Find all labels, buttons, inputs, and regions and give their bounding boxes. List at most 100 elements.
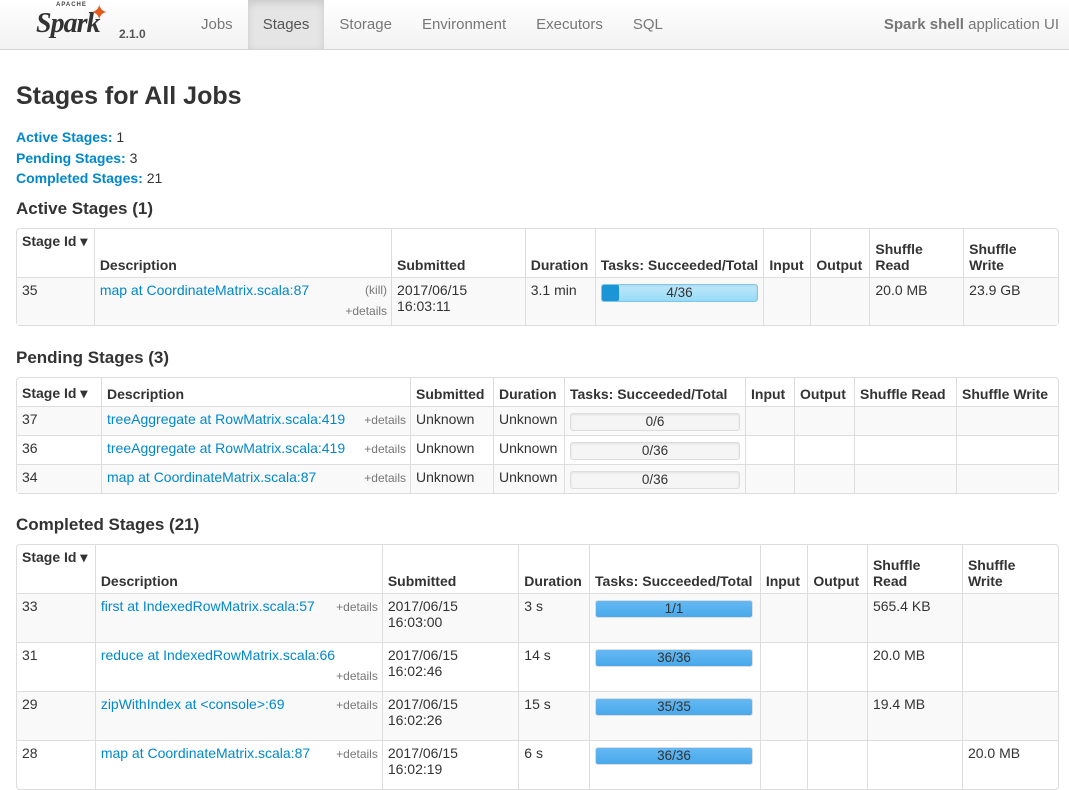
col-header-stage-id[interactable]: Stage Id ▾ — [17, 545, 95, 593]
col-header-description[interactable]: Description — [94, 545, 382, 593]
col-header-shuffle-write[interactable]: Shuffle Write — [963, 229, 1058, 277]
pending-stages-heading: Pending Stages (3) — [16, 348, 170, 367]
shuffle-read-cell: 19.4 MB — [866, 691, 962, 740]
submitted-cell: 2017/06/15 16:03:11 — [391, 277, 525, 325]
col-header-submitted[interactable]: Submitted — [391, 229, 525, 277]
col-header-output[interactable]: Output — [810, 229, 869, 277]
active-stages-link[interactable]: Active Stages: — [16, 129, 112, 145]
completed-stages-link[interactable]: Completed Stages: — [16, 170, 143, 186]
submitted-cell: Unknown — [410, 435, 493, 464]
col-header-input[interactable]: Input — [763, 229, 810, 277]
progress-text: 0/36 — [641, 443, 669, 458]
duration-cell: Unknown — [493, 435, 564, 464]
col-header-stage-id[interactable]: Stage Id ▾ — [17, 378, 101, 406]
stage-description-link[interactable]: treeAggregate at RowMatrix.scala:419 — [107, 440, 345, 456]
progress-text: 0/6 — [645, 414, 665, 429]
progress-text: 36/36 — [657, 748, 691, 763]
task-progress-bar: 0/36 — [570, 442, 740, 460]
completed-stages-heading: Completed Stages (21) — [16, 515, 200, 534]
tasks-cell: 0/36 — [564, 464, 745, 493]
app-name: Spark shell application UI — [884, 0, 1059, 50]
col-header-duration[interactable]: Duration — [524, 229, 595, 277]
submitted-date: 2017/06/15 — [387, 696, 458, 712]
submitted-date: 2017/06/15 — [387, 647, 458, 663]
submitted-cell: Unknown — [410, 464, 493, 493]
col-header-shuffle-read[interactable]: Shuffle Read — [854, 378, 956, 406]
shuffle-read-cell: 20.0 MB — [869, 277, 964, 325]
col-header-input[interactable]: Input — [745, 378, 794, 406]
shuffle-write-cell: 23.9 GB — [963, 277, 1058, 325]
pending-stages-link[interactable]: Pending Stages: — [16, 150, 126, 166]
table-row: 33 first at IndexedRowMatrix.scala:57 +d… — [17, 593, 1058, 642]
tab-sql[interactable]: SQL — [618, 0, 678, 49]
details-toggle[interactable]: +details — [336, 698, 378, 712]
stage-description-link[interactable]: first at IndexedRowMatrix.scala:57 — [101, 598, 315, 614]
output-cell — [794, 464, 854, 493]
col-header-submitted[interactable]: Submitted — [381, 545, 518, 593]
details-toggle[interactable]: +details — [364, 413, 406, 427]
col-header-stage-id[interactable]: Stage Id ▾ — [17, 229, 94, 277]
output-cell — [810, 277, 870, 325]
tab-jobs[interactable]: Jobs — [186, 0, 248, 49]
duration-cell: 6 s — [518, 740, 590, 789]
stage-description-link[interactable]: map at CoordinateMatrix.scala:87 — [101, 745, 310, 761]
output-cell — [807, 593, 867, 642]
col-header-description[interactable]: Description — [93, 229, 391, 277]
tasks-cell: 36/36 — [589, 642, 760, 691]
tab-environment[interactable]: Environment — [407, 0, 521, 49]
col-header-duration[interactable]: Duration — [518, 545, 589, 593]
details-toggle[interactable]: +details — [336, 669, 378, 683]
stage-description-link[interactable]: map at CoordinateMatrix.scala:87 — [107, 469, 316, 485]
shuffle-write-cell — [956, 406, 1058, 435]
version-label: 2.1.0 — [119, 27, 146, 41]
col-header-submitted[interactable]: Submitted — [410, 378, 493, 406]
tab-executors[interactable]: Executors — [521, 0, 618, 49]
col-header-tasks[interactable]: Tasks: Succeeded/Total — [589, 545, 760, 593]
kill-link[interactable]: (kill) — [365, 283, 387, 297]
col-header-output[interactable]: Output — [794, 378, 854, 406]
duration-cell: Unknown — [493, 406, 564, 435]
output-cell — [794, 435, 854, 464]
col-header-shuffle-write[interactable]: Shuffle Write — [961, 545, 1058, 593]
col-header-shuffle-write[interactable]: Shuffle Write — [956, 378, 1058, 406]
tasks-cell: 1/1 — [589, 593, 760, 642]
shuffle-write-cell: 20.0 MB — [961, 740, 1058, 789]
input-cell — [745, 464, 794, 493]
col-header-tasks[interactable]: Tasks: Succeeded/Total — [594, 229, 764, 277]
input-cell — [759, 740, 808, 789]
spark-logo[interactable]: APACHE Spark ✦ 2.1.0 — [36, 0, 146, 48]
description-cell: map at CoordinateMatrix.scala:87 +detail… — [101, 464, 410, 493]
details-toggle[interactable]: +details — [336, 747, 378, 761]
table-row: 37 treeAggregate at RowMatrix.scala:419 … — [17, 406, 1058, 435]
submitted-cell: 2017/06/15 16:02:26 — [381, 691, 519, 740]
output-cell — [794, 406, 854, 435]
description-cell: first at IndexedRowMatrix.scala:57 +deta… — [94, 593, 382, 642]
table-row: 36 treeAggregate at RowMatrix.scala:419 … — [17, 435, 1058, 464]
details-toggle[interactable]: +details — [364, 471, 406, 485]
col-header-shuffle-read[interactable]: Shuffle Read — [866, 545, 962, 593]
stage-description-link[interactable]: map at CoordinateMatrix.scala:87 — [100, 282, 309, 298]
col-header-output[interactable]: Output — [807, 545, 867, 593]
active-stages-heading: Active Stages (1) — [16, 199, 153, 218]
progress-text: 36/36 — [657, 650, 691, 665]
col-header-tasks[interactable]: Tasks: Succeeded/Total — [564, 378, 745, 406]
tab-storage[interactable]: Storage — [324, 0, 407, 49]
description-cell: map at CoordinateMatrix.scala:87 (kill) … — [93, 277, 392, 325]
details-toggle[interactable]: +details — [345, 304, 387, 318]
progress-text: 35/35 — [657, 699, 691, 714]
stage-description-link[interactable]: reduce at IndexedRowMatrix.scala:66 — [101, 647, 335, 663]
tab-stages[interactable]: Stages — [247, 0, 325, 49]
details-toggle[interactable]: +details — [336, 600, 378, 614]
table-row: 29 zipWithIndex at <console>:69 +details… — [17, 691, 1058, 740]
col-header-shuffle-read[interactable]: Shuffle Read — [869, 229, 963, 277]
shuffle-read-cell — [854, 435, 956, 464]
submitted-cell: Unknown — [410, 406, 493, 435]
details-toggle[interactable]: +details — [364, 442, 406, 456]
pending-stages-count: 3 — [125, 149, 138, 166]
col-header-description[interactable]: Description — [101, 378, 410, 406]
shuffle-write-cell — [961, 642, 1058, 691]
col-header-input[interactable]: Input — [759, 545, 808, 593]
stage-description-link[interactable]: treeAggregate at RowMatrix.scala:419 — [107, 411, 345, 427]
stage-description-link[interactable]: zipWithIndex at <console>:69 — [101, 696, 285, 712]
col-header-duration[interactable]: Duration — [493, 378, 564, 406]
